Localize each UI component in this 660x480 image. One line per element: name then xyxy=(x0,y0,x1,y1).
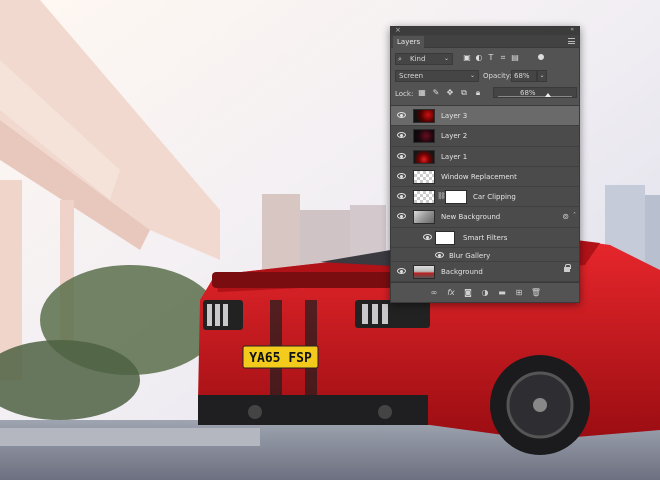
layer-thumbnail xyxy=(413,265,435,280)
mask-icon[interactable]: ◙ xyxy=(460,288,477,297)
kind-filter-label: Kind xyxy=(410,55,426,63)
layer-thumbnail xyxy=(413,190,435,205)
trash-icon[interactable]: 🗑︎ xyxy=(528,288,545,297)
blend-mode-value: Screen xyxy=(399,72,424,80)
visibility-eye-icon[interactable] xyxy=(397,268,406,275)
layer-row-layer-2[interactable]: Layer 2 xyxy=(391,126,579,147)
layer-thumbnail xyxy=(413,149,435,164)
layer-thumbnail xyxy=(413,129,435,144)
lock-artboard-icon[interactable]: ⧉ xyxy=(457,88,471,98)
layers-panel: × « Layers ⌕ Kind ⌄ ▣ ◐ T ⌗ ▤ Screen ⌄ Opaci… xyxy=(390,26,580,303)
layer-row-background[interactable]: Background xyxy=(391,262,579,283)
visibility-eye-icon[interactable] xyxy=(435,252,444,259)
tab-layers[interactable]: Layers xyxy=(393,36,425,48)
lock-pixels-icon[interactable]: ▦ xyxy=(415,88,429,97)
layer-row-smart-filters[interactable]: Smart Filters xyxy=(391,228,579,249)
visibility-eye-icon[interactable] xyxy=(423,233,432,240)
filter-icons: ▣ ◐ T ⌗ ▤ xyxy=(461,53,521,63)
folder-icon[interactable]: ▬ xyxy=(494,288,511,297)
adjustment-icon[interactable]: ◑ xyxy=(477,288,494,297)
layer-row-layer-1[interactable]: Layer 1 xyxy=(391,147,579,167)
image-filter-icon[interactable]: ▣ xyxy=(461,53,473,62)
adjustment-filter-icon[interactable]: ◐ xyxy=(473,53,485,62)
lock-icons: ▦ ✎ ✥ ⧉ 🔒︎ xyxy=(415,88,485,98)
layer-thumbnail xyxy=(413,169,435,184)
fx-icon[interactable]: fx xyxy=(443,288,460,297)
visibility-eye-icon[interactable] xyxy=(397,132,406,139)
smart-object-filter-icon[interactable]: ▤ xyxy=(509,53,521,62)
license-plate-text: YA65 FSP xyxy=(249,351,312,366)
layer-name: Layer 3 xyxy=(441,112,468,120)
layer-name: Car Clipping xyxy=(473,193,516,202)
new-layer-icon[interactable]: ⊞ xyxy=(511,288,528,297)
chevron-down-icon: ⌄ xyxy=(469,72,475,79)
opacity-dropdown-button[interactable]: ⌄ xyxy=(537,70,547,82)
link-icon[interactable]: ∞ xyxy=(426,288,443,297)
search-icon: ⌕ xyxy=(398,55,402,63)
visibility-eye-icon[interactable] xyxy=(397,213,406,220)
fill-slider-knob[interactable] xyxy=(545,93,552,97)
layer-row-layer-3[interactable]: Layer 3 xyxy=(391,106,579,127)
panel-footer: ∞ fx ◙ ◑ ▬ ⊞ 🗑︎ xyxy=(391,282,579,302)
shape-filter-icon[interactable]: ⌗ xyxy=(497,53,509,63)
layer-mask-thumbnail[interactable] xyxy=(445,190,467,205)
panel-tab-row: Layers xyxy=(391,35,579,48)
layer-name: New Background xyxy=(441,213,501,222)
layer-name: Background xyxy=(441,268,483,277)
lock-icon xyxy=(564,264,571,273)
layer-name: Blur Gallery xyxy=(449,252,491,261)
visibility-eye-icon[interactable] xyxy=(397,152,406,159)
layer-thumbnail xyxy=(413,210,435,225)
smart-object-icon: ⊚ xyxy=(562,212,569,222)
collapse-icon[interactable]: « xyxy=(570,26,574,33)
lock-paint-icon[interactable]: ✎ xyxy=(429,88,443,97)
layer-row-blur-gallery[interactable]: Blur Gallery xyxy=(391,248,579,263)
close-icon[interactable]: × xyxy=(395,26,401,34)
visibility-eye-icon[interactable] xyxy=(397,172,406,179)
panel-titlebar[interactable]: × « xyxy=(391,26,579,35)
filter-row: ⌕ Kind ⌄ ▣ ◐ T ⌗ ▤ xyxy=(391,52,579,69)
layer-row-window-replacement[interactable]: Window Replacement xyxy=(391,167,579,188)
layer-name: Smart Filters xyxy=(463,233,508,242)
layer-name: Layer 2 xyxy=(441,132,468,141)
layer-row-new-background[interactable]: New Background ⊚ ˄ xyxy=(391,207,579,228)
panel-menu-icon[interactable] xyxy=(568,38,575,44)
blend-row: Screen ⌄ Opacity: 68% ⌄ xyxy=(391,69,579,86)
layer-row-car-clipping[interactable]: ⛓ Car Clipping xyxy=(391,187,579,208)
layer-name: Layer 1 xyxy=(441,152,468,161)
filter-toggle[interactable] xyxy=(538,54,544,60)
layer-list: Layer 3 Layer 2 Layer 1 Window Replaceme… xyxy=(391,105,579,283)
expand-arrow-icon[interactable]: ˄ xyxy=(573,212,576,219)
kind-filter-select[interactable]: ⌕ Kind ⌄ xyxy=(395,53,453,65)
opacity-input[interactable]: 68% xyxy=(511,70,537,82)
lock-row: Lock: ▦ ✎ ✥ ⧉ 🔒︎ 68% xyxy=(391,86,579,103)
fill-slider[interactable]: 68% xyxy=(493,87,577,98)
visibility-eye-icon[interactable] xyxy=(397,193,406,200)
layer-thumbnail xyxy=(413,109,435,123)
chevron-down-icon: ⌄ xyxy=(443,55,449,62)
lock-label: Lock: xyxy=(395,90,414,98)
type-filter-icon[interactable]: T xyxy=(485,53,497,62)
blend-mode-select[interactable]: Screen ⌄ xyxy=(395,70,479,82)
lock-position-icon[interactable]: ✥ xyxy=(443,88,457,97)
opacity-label: Opacity: xyxy=(483,72,512,80)
fill-slider-track xyxy=(498,96,572,97)
filter-mask-thumbnail xyxy=(435,230,455,245)
lock-all-icon[interactable]: 🔒︎ xyxy=(471,88,485,98)
visibility-eye-icon[interactable] xyxy=(397,112,406,118)
layer-name: Window Replacement xyxy=(441,172,517,181)
